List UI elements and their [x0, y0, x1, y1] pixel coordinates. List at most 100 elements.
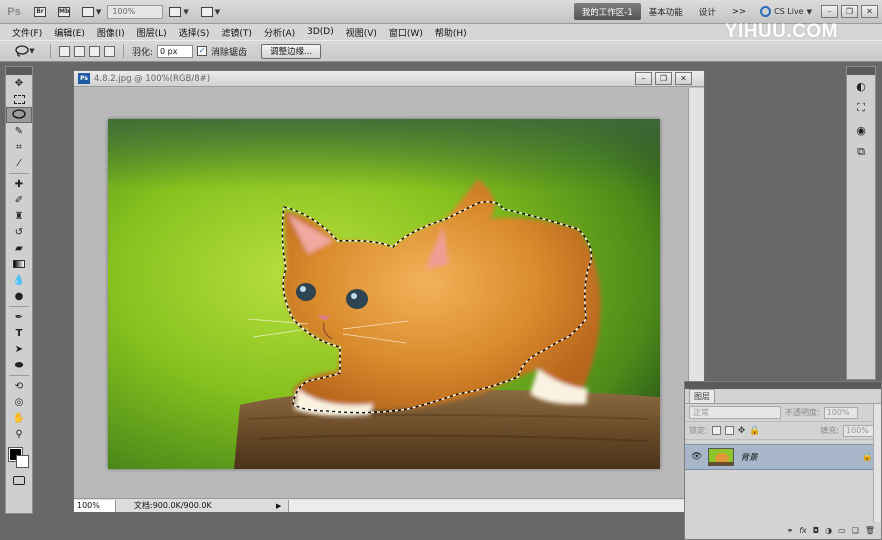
navigator-icon[interactable]: ◐	[847, 75, 875, 97]
panel-grip[interactable]	[6, 67, 32, 75]
cs-live-label: CS Live	[774, 7, 804, 16]
workspace-tab-design[interactable]: 设计	[691, 3, 724, 20]
minimize-button[interactable]: –	[821, 5, 838, 18]
opacity-field[interactable]: 100%	[823, 406, 858, 419]
arrange-icon	[169, 6, 182, 17]
menu-filter[interactable]: 滤镜(T)	[215, 26, 258, 39]
menu-view[interactable]: 视图(V)	[340, 26, 383, 39]
lock-image-icon[interactable]	[724, 426, 734, 435]
feather-input[interactable]: 0 px	[157, 44, 194, 58]
layer-row-background[interactable]: 👁 背景 🔒	[685, 444, 881, 470]
masks-icon[interactable]: ◉	[847, 119, 875, 141]
menu-layer[interactable]: 图层(L)	[131, 26, 173, 39]
doc-restore-button[interactable]: ❐	[655, 72, 672, 85]
menu-window[interactable]: 窗口(W)	[383, 26, 429, 39]
intersect-selection-icon[interactable]	[104, 45, 115, 57]
blur-tool-icon[interactable]: 💧	[6, 272, 32, 288]
refine-edge-button[interactable]: 调整边缘...	[261, 43, 322, 59]
zoom-tool-icon[interactable]: ⚲	[6, 426, 32, 442]
close-button[interactable]: ✕	[861, 5, 878, 18]
fill-field[interactable]: 100%	[843, 424, 877, 437]
lasso-tool-icon[interactable]	[6, 107, 32, 123]
kitten-photo[interactable]	[108, 119, 660, 469]
lock-position-icon[interactable]: ✥	[738, 426, 746, 436]
background-color[interactable]	[16, 455, 29, 468]
menu-select[interactable]: 选择(S)	[173, 26, 216, 39]
doc-close-button[interactable]: ✕	[675, 72, 692, 85]
canvas-area[interactable]	[74, 88, 689, 498]
marquee-tool-icon[interactable]	[6, 91, 32, 107]
workspace-tab-essentials[interactable]: 基本功能	[641, 3, 691, 20]
horizontal-scrollbar[interactable]	[288, 499, 704, 512]
eraser-tool-icon[interactable]: ▰	[6, 240, 32, 256]
quick-selection-tool-icon[interactable]: ✎	[6, 123, 32, 139]
transform-icon[interactable]: ⛶	[847, 97, 875, 119]
channels-icon[interactable]: ⧉	[847, 141, 875, 163]
arrange-documents-button[interactable]: ▼	[166, 4, 191, 20]
tool-options-bar: ▼ 羽化: 0 px ✓ 消除锯齿 调整边缘...	[0, 40, 882, 62]
layers-tab[interactable]: 图层	[689, 389, 715, 403]
layers-scrollbar[interactable]	[873, 404, 881, 522]
more-workspaces-button[interactable]: >>	[724, 3, 754, 20]
menu-image[interactable]: 图像(I)	[91, 26, 131, 39]
shape-tool-icon[interactable]: ⬬	[6, 357, 32, 373]
quick-mask-icon[interactable]	[6, 472, 32, 488]
add-to-selection-icon[interactable]	[74, 45, 85, 57]
lock-transparent-icon[interactable]	[711, 426, 721, 435]
layers-panel-grip[interactable]	[685, 382, 881, 389]
launch-mini-bridge-button[interactable]: Mb	[55, 4, 73, 20]
menu-analysis[interactable]: 分析(A)	[258, 26, 301, 39]
dodge-tool-icon[interactable]: ●	[6, 288, 32, 304]
color-swatches[interactable]	[6, 442, 32, 472]
tool-preset-picker[interactable]: ▼	[8, 43, 42, 59]
link-layers-icon[interactable]: ⚭	[787, 526, 794, 535]
menu-help[interactable]: 帮助(H)	[429, 26, 473, 39]
view-extras-button[interactable]: ▼	[79, 4, 104, 20]
tools-panel: ✥ ✎ ⌗ ⁄ ✚ ✐ ♜ ↺ ▰ 💧 ● ✒ T ➤ ⬬ ⟲ ◎ ✋ ⚲	[5, 66, 33, 514]
status-menu-arrow-icon[interactable]: ▶	[276, 502, 288, 510]
antialias-checkbox[interactable]: ✓	[197, 46, 208, 56]
menu-edit[interactable]: 编辑(E)	[48, 26, 91, 39]
move-tool-icon[interactable]: ✥	[6, 75, 32, 91]
new-group-icon[interactable]: ▭	[838, 526, 846, 535]
pen-tool-icon[interactable]: ✒	[6, 309, 32, 325]
dock-grip[interactable]	[847, 67, 875, 75]
healing-brush-tool-icon[interactable]: ✚	[6, 176, 32, 192]
new-layer-icon[interactable]: ❏	[852, 526, 859, 535]
document-title: 4.8.2.jpg @ 100%(RGB/8#)	[94, 73, 211, 84]
menu-3d[interactable]: 3D(D)	[301, 27, 340, 37]
delete-layer-icon[interactable]: 🗑	[865, 526, 875, 535]
doc-minimize-button[interactable]: –	[635, 72, 652, 85]
eye-icon[interactable]: 👁	[691, 452, 702, 462]
launch-bridge-button[interactable]: Br	[31, 4, 49, 20]
workspace-tab-custom[interactable]: 我的工作区-1	[573, 3, 641, 20]
lock-all-icon[interactable]: 🔒	[749, 426, 760, 436]
new-selection-icon[interactable]	[59, 45, 70, 57]
zoom-level-select[interactable]: 100%	[107, 4, 164, 19]
gradient-tool-icon[interactable]	[6, 256, 32, 272]
kitten-image	[108, 119, 660, 469]
3d-orbit-tool-icon[interactable]: ◎	[6, 394, 32, 410]
adjustment-layer-icon[interactable]: ◑	[825, 526, 832, 535]
document-window: Ps 4.8.2.jpg @ 100%(RGB/8#) – ❐ ✕ 100% 文…	[73, 70, 705, 513]
subtract-from-selection-icon[interactable]	[89, 45, 100, 57]
fx-icon[interactable]: fx	[799, 526, 807, 535]
document-title-bar[interactable]: Ps 4.8.2.jpg @ 100%(RGB/8#) – ❐ ✕	[74, 71, 704, 87]
brush-tool-icon[interactable]: ✐	[6, 192, 32, 208]
eyedropper-tool-icon[interactable]: ⁄	[6, 155, 32, 171]
restore-button[interactable]: ❐	[841, 5, 858, 18]
menu-file[interactable]: 文件(F)	[6, 26, 48, 39]
clone-stamp-tool-icon[interactable]: ♜	[6, 208, 32, 224]
status-zoom-field[interactable]: 100%	[74, 499, 116, 512]
history-brush-tool-icon[interactable]: ↺	[6, 224, 32, 240]
crop-tool-icon[interactable]: ⌗	[6, 139, 32, 155]
cs-live-button[interactable]: CS Live ▼	[754, 6, 818, 17]
path-selection-tool-icon[interactable]: ➤	[6, 341, 32, 357]
screen-mode-button[interactable]: ▼	[198, 4, 223, 20]
blend-mode-select[interactable]: 正常	[689, 406, 781, 419]
hand-tool-icon[interactable]: ✋	[6, 410, 32, 426]
separator	[123, 44, 124, 58]
type-tool-icon[interactable]: T	[6, 325, 32, 341]
3d-rotate-tool-icon[interactable]: ⟲	[6, 378, 32, 394]
add-mask-icon[interactable]: ◘	[813, 526, 819, 535]
